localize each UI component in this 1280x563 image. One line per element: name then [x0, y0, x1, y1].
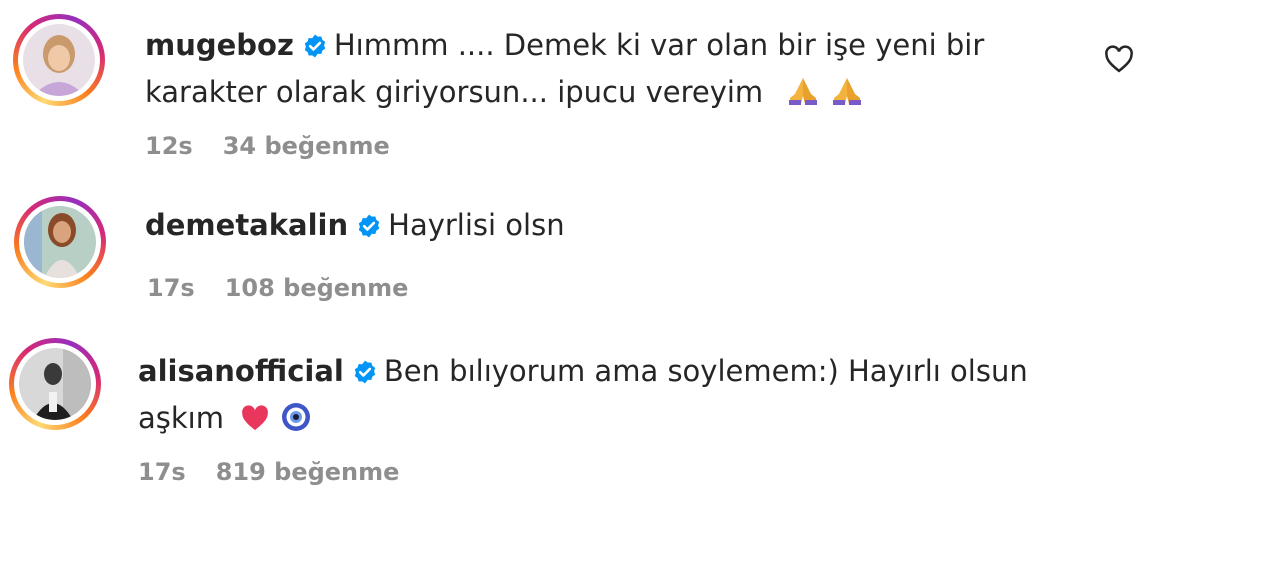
username[interactable]: alisanofficial — [138, 354, 344, 388]
comment-text-line-2: karakter olarak giriyorsun... ipucu vere… — [145, 75, 764, 109]
username[interactable]: mugeboz — [145, 28, 294, 62]
avatar[interactable] — [13, 14, 105, 106]
comment-text-line-1: Ben bılıyorum ama soylemem:) Hayırlı ols… — [383, 354, 1028, 388]
verified-badge-icon — [352, 354, 378, 397]
comment-body: demetakalin Hayrlisi olsn — [145, 204, 1045, 251]
comment-text-line-1: Hayrlisi olsn — [388, 208, 565, 242]
comment-time[interactable]: 12s — [145, 132, 193, 160]
comment-body: alisanofficial Ben bılıyorum ama soylemem… — [138, 350, 1038, 444]
avatar[interactable] — [14, 196, 106, 288]
folded-hands-icon — [830, 75, 864, 118]
comment-text-line-1: Hımmm .... Demek ki var olan bir işe yen… — [333, 28, 985, 62]
folded-hands-icon — [786, 75, 820, 118]
verified-badge-icon — [356, 208, 382, 251]
like-count[interactable]: 34 beğenme — [223, 132, 390, 160]
verified-badge-icon — [302, 28, 328, 71]
comment-body: mugeboz Hımmm .... Demek ki var olan bir … — [145, 24, 1045, 118]
comment-item: demetakalin Hayrlisi olsn 17s 108 beğenme — [0, 180, 1280, 330]
red-heart-icon — [239, 401, 271, 444]
comment-text-line-2: aşkım — [138, 401, 224, 435]
comment-meta: 17s 819 beğenme — [138, 458, 429, 486]
comment-meta: 17s 108 beğenme — [147, 274, 438, 302]
comment-meta: 12s 34 beğenme — [145, 132, 420, 160]
username[interactable]: demetakalin — [145, 208, 348, 242]
comment-item: alisanofficial Ben bılıyorum ama soylemem… — [0, 330, 1280, 530]
like-count[interactable]: 819 beğenme — [216, 458, 400, 486]
comment-item: mugeboz Hımmm .... Demek ki var olan bir … — [0, 0, 1280, 180]
comment-time[interactable]: 17s — [138, 458, 186, 486]
avatar[interactable] — [9, 338, 101, 430]
like-count[interactable]: 108 beğenme — [225, 274, 409, 302]
nazar-amulet-icon — [281, 401, 311, 444]
heart-like-icon[interactable] — [1104, 45, 1134, 77]
comment-time[interactable]: 17s — [147, 274, 195, 302]
